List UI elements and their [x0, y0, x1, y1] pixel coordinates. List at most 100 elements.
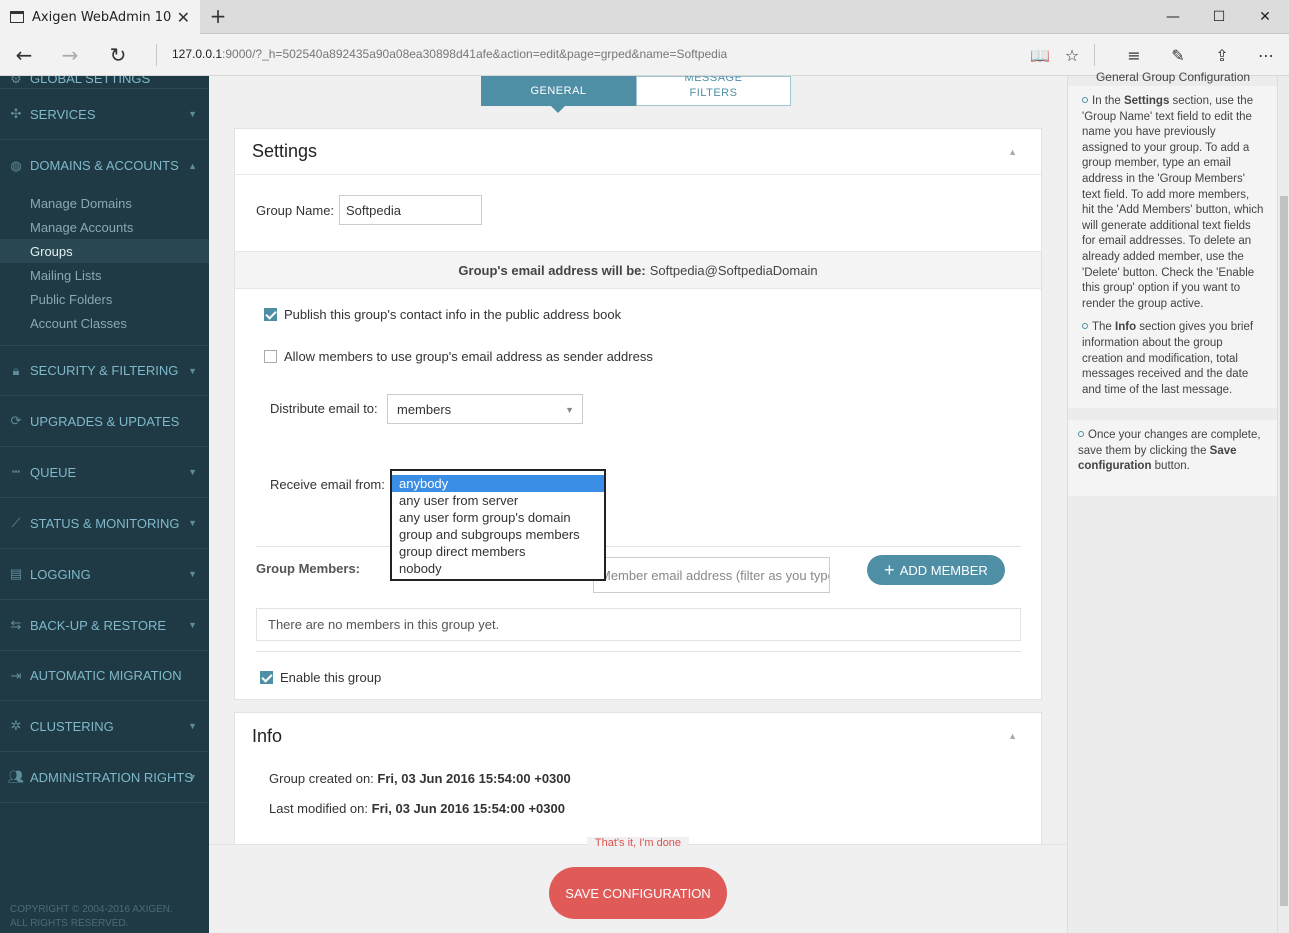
forward-icon[interactable]: →: [56, 42, 84, 68]
collapse-icon[interactable]: ▲: [1008, 147, 1017, 157]
nav-upgrades-updates[interactable]: ⟳ UPGRADES & UPDATES: [0, 396, 209, 447]
nav-security-filtering[interactable]: 🔒︎ SECURITY & FILTERING ▼: [0, 346, 209, 396]
nav-label: DOMAINS & ACCOUNTS: [30, 158, 179, 173]
nav-status-monitoring[interactable]: ⟋ STATUS & MONITORING ▼: [0, 498, 209, 549]
sidebar-item-mailing-lists[interactable]: Mailing Lists: [0, 263, 209, 287]
help-text: Settings: [1123, 95, 1170, 107]
distribute-value: members: [397, 401, 452, 417]
sidebar-item-manage-accounts[interactable]: Manage Accounts: [0, 215, 209, 239]
sidebar-item-manage-domains[interactable]: Manage Domains: [0, 191, 209, 215]
gear-icon: ⚙: [10, 76, 22, 86]
minimize-icon[interactable]: —: [1150, 0, 1196, 34]
help-text: In the: [1092, 95, 1124, 107]
nav-label: STATUS & MONITORING: [30, 515, 180, 531]
nav-queue[interactable]: ┅ QUEUE ▼: [0, 447, 209, 498]
add-member-label: ADD MEMBER: [899, 562, 988, 578]
help-box: In the Settings section, use the 'Group …: [1068, 86, 1278, 408]
nav-label: UPGRADES & UPDATES: [30, 413, 180, 429]
scrollbar[interactable]: [1277, 76, 1289, 933]
nav-administration-rights[interactable]: 👥︎ ADMINISTRATION RIGHTS ▼: [0, 752, 209, 803]
close-tab-icon[interactable]: ✕: [177, 8, 190, 27]
chevron-down-icon: ▼: [565, 405, 574, 415]
sidebar: ⚙ GLOBAL SETTINGS ✣ SERVICES ▼ ◍ DOMAINS…: [0, 76, 209, 933]
browser-tab-bar: Axigen WebAdmin 10.0. ✕ + — ☐ ✕: [0, 0, 1289, 34]
enable-group-checkbox[interactable]: [260, 671, 273, 684]
nav-backup-restore[interactable]: ⇆ BACK-UP & RESTORE ▼: [0, 600, 209, 651]
hub-icon[interactable]: ≡: [1122, 43, 1146, 67]
group-name-label: Group Name:: [256, 203, 335, 218]
sidebar-item-public-folders[interactable]: Public Folders: [0, 287, 209, 311]
more-icon[interactable]: ⋯: [1254, 43, 1278, 67]
back-icon[interactable]: ←: [10, 42, 38, 68]
copyright-line: ALL RIGHTS RESERVED.: [10, 918, 129, 929]
scrollbar-thumb[interactable]: [1280, 196, 1288, 906]
dropdown-option[interactable]: group and subgroups members: [392, 526, 604, 543]
url-host: 127.0.0.1: [172, 47, 223, 61]
email-prefix: Group's email address will be:: [458, 262, 646, 278]
refresh-icon[interactable]: ↻: [104, 42, 132, 68]
info-header[interactable]: Info ▲: [235, 713, 1041, 759]
created-value: Fri, 03 Jun 2016 15:54:00 +0300: [377, 771, 571, 786]
chevron-down-icon: ▼: [188, 721, 197, 731]
save-configuration-button[interactable]: SAVE CONFIGURATION: [549, 867, 727, 919]
backup-icon: ⇆: [10, 617, 22, 632]
help-paragraph: The Info section gives you brief informa…: [1082, 320, 1264, 398]
divider: [256, 651, 1021, 652]
dropdown-option[interactable]: any user from server: [392, 492, 604, 509]
enable-group-label: Enable this group: [280, 670, 382, 685]
settings-header[interactable]: Settings ▲: [235, 129, 1041, 175]
add-member-button[interactable]: + ADD MEMBER: [867, 555, 1005, 585]
nav-services[interactable]: ✣ SERVICES ▼: [0, 89, 209, 140]
sub-tabs: GENERAL MESSAGE FILTERS: [481, 76, 791, 113]
url-field[interactable]: 127.0.0.1:9000/?_h=502540a892435a90a08ea…: [172, 47, 727, 61]
done-label: That's it, I'm done: [586, 837, 690, 849]
tab-label-line: FILTERS: [689, 87, 738, 99]
member-email-input[interactable]: Member email address (filter as you type…: [593, 557, 830, 593]
settings-panel: Settings ▲ Group Name: Softpedia Group's…: [234, 128, 1042, 700]
sidebar-item-groups[interactable]: Groups: [0, 239, 209, 263]
allow-sender-checkbox[interactable]: [264, 350, 277, 363]
dropdown-option[interactable]: any user form group's domain: [392, 509, 604, 526]
tab-message-filters[interactable]: MESSAGE FILTERS: [636, 76, 791, 106]
chevron-down-icon: ▼: [188, 518, 197, 528]
distribute-select[interactable]: members ▼: [387, 394, 583, 424]
nav-global-settings[interactable]: ⚙ GLOBAL SETTINGS: [0, 76, 209, 89]
nav-label: CLUSTERING: [30, 718, 114, 734]
chevron-down-icon: ▼: [188, 620, 197, 630]
nav-logging[interactable]: ▤ LOGGING ▼: [0, 549, 209, 600]
domains-submenu: Manage Domains Manage Accounts Groups Ma…: [0, 191, 209, 346]
group-name-input[interactable]: Softpedia: [339, 195, 482, 225]
web-note-icon[interactable]: ✎: [1166, 43, 1190, 67]
refresh-icon: ⟳: [10, 413, 22, 428]
log-icon: ▤: [9, 566, 23, 581]
receive-dropdown[interactable]: anybody any user from server any user fo…: [390, 469, 606, 581]
migration-icon: ⇥: [10, 667, 22, 683]
group-email-bar: Group's email address will be: Softpedia…: [235, 251, 1041, 289]
help-text: Info: [1115, 321, 1137, 334]
panel-title: Settings: [252, 141, 318, 161]
maximize-icon[interactable]: ☐: [1196, 0, 1242, 34]
favorite-star-icon[interactable]: ☆: [1060, 43, 1084, 67]
copyright: COPYRIGHT © 2004-2016 AXIGEN. ALL RIGHTS…: [10, 903, 173, 931]
reading-view-icon[interactable]: 📖: [1028, 43, 1052, 67]
sidebar-item-account-classes[interactable]: Account Classes: [0, 311, 209, 335]
copyright-line: COPYRIGHT © 2004-2016 AXIGEN.: [10, 904, 173, 915]
nav-automatic-migration[interactable]: ⇥ AUTOMATIC MIGRATION: [0, 651, 209, 701]
collapse-icon[interactable]: ▲: [1008, 731, 1017, 741]
publish-checkbox[interactable]: [264, 308, 277, 321]
nav-domains-accounts[interactable]: ◍ DOMAINS & ACCOUNTS ▲: [0, 140, 209, 191]
main-content: GENERAL MESSAGE FILTERS Settings ▲ Group…: [209, 76, 1067, 933]
dropdown-option[interactable]: nobody: [392, 560, 604, 577]
divider: [1094, 44, 1095, 66]
network-icon: ✣: [10, 106, 22, 121]
share-icon[interactable]: ⇪: [1210, 43, 1234, 67]
cluster-icon: ✲: [10, 718, 22, 733]
nav-clustering[interactable]: ✲ CLUSTERING ▼: [0, 701, 209, 752]
close-window-icon[interactable]: ✕: [1242, 0, 1288, 34]
browser-tab[interactable]: Axigen WebAdmin 10.0. ✕: [0, 0, 200, 34]
dropdown-option[interactable]: anybody: [392, 475, 604, 492]
new-tab-icon[interactable]: +: [208, 4, 228, 28]
tab-general[interactable]: GENERAL: [481, 76, 636, 113]
dropdown-option[interactable]: group direct members: [392, 543, 604, 560]
help-text: button.: [1151, 460, 1190, 473]
